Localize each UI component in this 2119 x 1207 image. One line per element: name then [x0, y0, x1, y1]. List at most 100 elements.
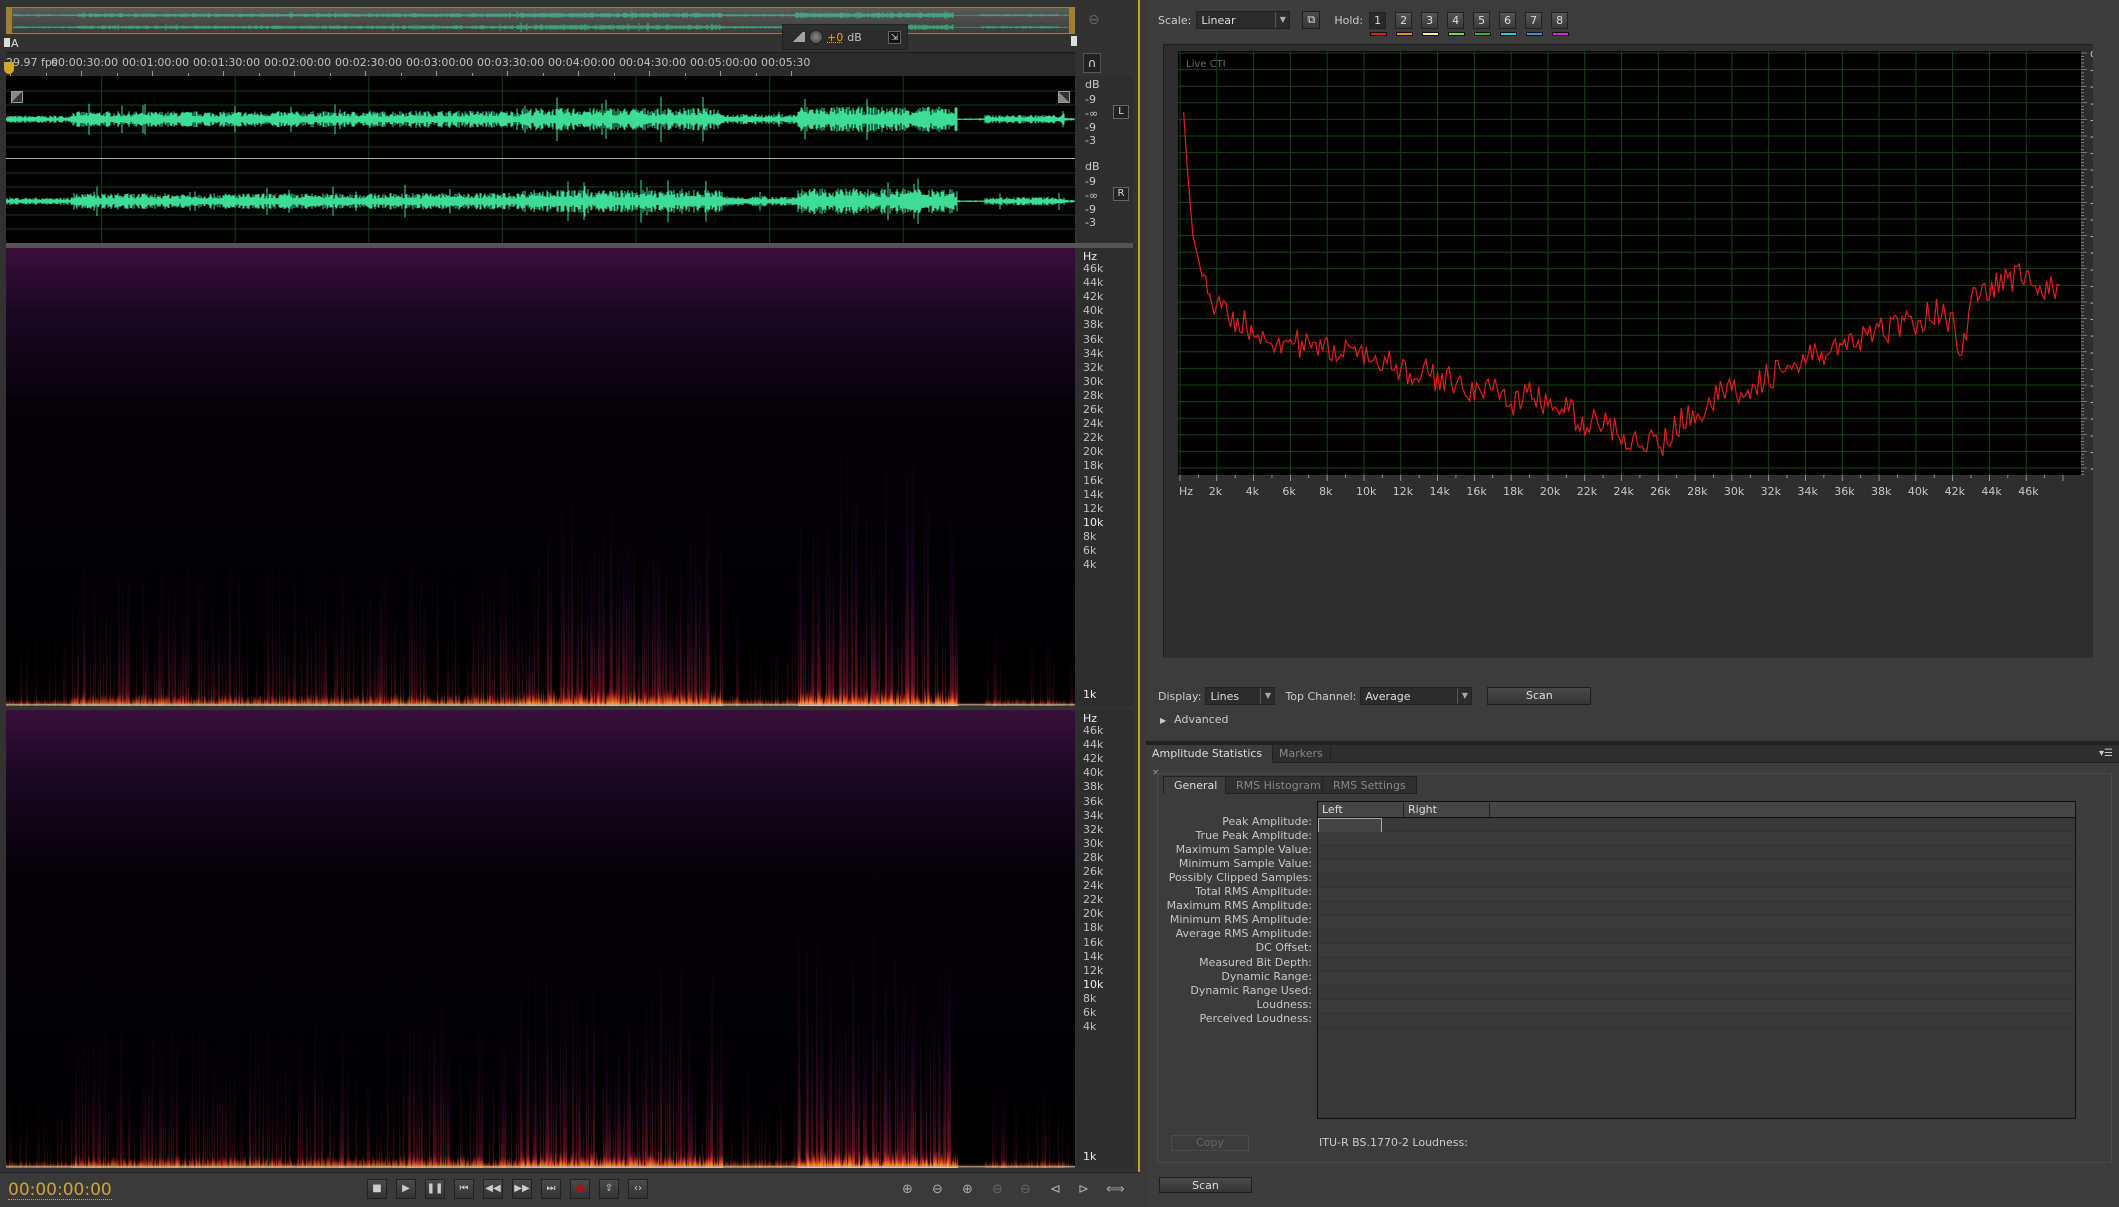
zoom-out-amplitude-icon[interactable]: ⊖ — [932, 1182, 943, 1197]
top-channel-dropdown[interactable]: Average ▼ — [1360, 687, 1473, 705]
tab-amplitude-statistics[interactable]: Amplitude Statistics × — [1146, 745, 1273, 778]
playhead[interactable] — [4, 62, 14, 74]
frequency-chart[interactable]: Live CTI dB -5 -10 -15 -20 -25 -30 -35 -40 -45 -50 -… — [1163, 44, 2093, 658]
advanced-toggle[interactable]: ▶ Advanced — [1160, 713, 1229, 726]
scale-dropdown[interactable]: Linear ▼ — [1196, 11, 1291, 29]
fade-in-handle-icon[interactable] — [11, 91, 23, 103]
zoom-out-time-icon[interactable]: ⊖ — [1020, 1182, 1031, 1197]
table-row[interactable] — [1318, 958, 2075, 972]
data-point — [1970, 298, 1972, 300]
spectral-display-left[interactable] — [6, 248, 1075, 706]
display-dropdown[interactable]: Lines ▼ — [1205, 687, 1276, 705]
overview-navigator[interactable] — [6, 7, 1075, 34]
rewind-button[interactable]: ◀◀ — [483, 1179, 503, 1199]
tab-markers[interactable]: Markers — [1273, 745, 1331, 763]
copy-button[interactable]: Copy — [1171, 1135, 1249, 1151]
end-marker[interactable] — [1071, 36, 1077, 46]
frequency-tick-label: 6k — [1083, 1006, 1097, 1019]
subtab-general[interactable]: General — [1163, 776, 1229, 794]
x-tick-label: 30k — [1724, 485, 1745, 498]
zoom-in-amplitude-icon[interactable]: ⊕ — [902, 1182, 913, 1197]
overview-left-handle[interactable] — [7, 8, 12, 33]
column-right[interactable]: Right — [1403, 803, 1489, 817]
hold-button-label: 8 — [1556, 13, 1564, 27]
data-point — [1786, 367, 1788, 369]
stop-button[interactable]: ■ — [367, 1179, 387, 1199]
table-row[interactable] — [1318, 930, 2075, 944]
zoom-out-point-icon[interactable]: ⊳ — [1078, 1182, 1089, 1197]
hold-buttons: 1 2 3 4 5 6 7 8 — [1369, 11, 1577, 36]
data-point — [1933, 311, 1935, 313]
table-row[interactable] — [1318, 818, 2075, 835]
gain-knob[interactable] — [809, 30, 823, 44]
hold-button-4[interactable]: 4 — [1447, 11, 1466, 36]
hold-button-5[interactable]: 5 — [1473, 11, 1492, 36]
current-time-display[interactable]: 00:00:00:00 — [8, 1181, 112, 1200]
db-label: dB — [1085, 160, 1100, 173]
right-channel-button[interactable]: R — [1113, 187, 1129, 201]
waveform-path — [13, 10, 1070, 20]
scan-button[interactable]: Scan — [1487, 687, 1592, 705]
pause-button[interactable]: ❚❚ — [425, 1179, 445, 1199]
statistics-table[interactable]: Left Right — [1317, 801, 2076, 1119]
clear-hold-button[interactable]: ⧉ — [1302, 11, 1321, 29]
table-row[interactable] — [1318, 832, 2075, 846]
scan-statistics-button[interactable]: Scan — [1159, 1177, 1252, 1193]
table-row[interactable] — [1318, 1014, 2075, 1028]
snap-toggle-button[interactable]: ∩ — [1083, 53, 1101, 73]
marker-a[interactable]: A — [4, 37, 19, 50]
time-ruler[interactable]: 29.97 fps 00:00:30:00 00:01:00:00 00:01:… — [6, 52, 1075, 76]
gain-value[interactable]: +0 — [827, 31, 843, 44]
subtab-rms-histogram[interactable]: RMS Histogram — [1225, 776, 1332, 794]
go-to-start-button[interactable]: ⏮ — [454, 1179, 474, 1199]
spectral-display-right[interactable] — [6, 710, 1075, 1168]
statistic-label: Possibly Clipped Samples: — [1168, 871, 1312, 885]
table-row[interactable] — [1318, 1000, 2075, 1014]
hold-button-1[interactable]: 1 — [1369, 11, 1388, 36]
frequency-tick-label: 34k — [1083, 346, 1104, 360]
table-row[interactable] — [1318, 860, 2075, 874]
go-to-end-button[interactable]: ⏭ — [541, 1179, 561, 1199]
column-left[interactable]: Left — [1318, 803, 1403, 817]
zoom-navigator-icon[interactable]: ⊖ — [1088, 12, 1106, 30]
data-point — [1988, 288, 1991, 290]
table-row[interactable] — [1318, 986, 2075, 1000]
db-tick: -9 — [1085, 203, 1096, 216]
skip-back-icon: ⏮ — [459, 1183, 469, 1194]
zoom-to-selection-icon[interactable]: ⟺ — [1106, 1182, 1125, 1197]
panel-menu-icon[interactable]: ▾☰ — [2099, 748, 2113, 759]
frequency-scale-right: Hz 46k 44k 42k 40k 38k 36k 34k 32k 30k 28k 26k 24k 22… — [1075, 710, 1133, 1168]
data-point — [1203, 284, 1205, 286]
zoom-in-point-icon[interactable]: ⊲ — [1050, 1182, 1061, 1197]
data-point — [1492, 387, 1494, 389]
hold-button-8[interactable]: 8 — [1551, 11, 1570, 36]
play-button[interactable]: ▶ — [396, 1179, 416, 1199]
table-row[interactable] — [1318, 916, 2075, 930]
table-row[interactable] — [1318, 846, 2075, 860]
table-row[interactable] — [1318, 874, 2075, 888]
overview-right-handle[interactable] — [1069, 8, 1074, 33]
table-row[interactable] — [1318, 944, 2075, 958]
subtab-rms-settings[interactable]: RMS Settings — [1322, 776, 1417, 794]
data-point — [1436, 381, 1439, 383]
table-row[interactable] — [1318, 888, 2075, 902]
table-row[interactable] — [1318, 972, 2075, 986]
hold-button-3[interactable]: 3 — [1421, 11, 1440, 36]
y-tick-label: -55 — [2090, 230, 2093, 243]
fade-out-handle-icon[interactable] — [1058, 91, 1070, 103]
display-label: Display: — [1158, 689, 1202, 703]
scale-value: Linear — [1201, 13, 1236, 27]
hold-button-7[interactable]: 7 — [1525, 11, 1544, 36]
waveform-display[interactable] — [6, 76, 1075, 243]
loop-button[interactable]: ⇪ — [599, 1179, 619, 1199]
skip-selection-button[interactable]: ‹› — [628, 1179, 648, 1199]
left-channel-button[interactable]: L — [1113, 105, 1129, 119]
fast-forward-button[interactable]: ▶▶ — [512, 1179, 532, 1199]
zoom-out-full-icon[interactable]: ⊖ — [992, 1182, 1003, 1197]
record-button[interactable]: ● — [570, 1179, 590, 1199]
table-row[interactable] — [1318, 902, 2075, 916]
hold-button-6[interactable]: 6 — [1499, 11, 1518, 36]
pin-icon[interactable]: ⇲ — [888, 30, 901, 44]
hold-button-2[interactable]: 2 — [1395, 11, 1414, 36]
zoom-in-time-icon[interactable]: ⊕ — [962, 1182, 973, 1197]
